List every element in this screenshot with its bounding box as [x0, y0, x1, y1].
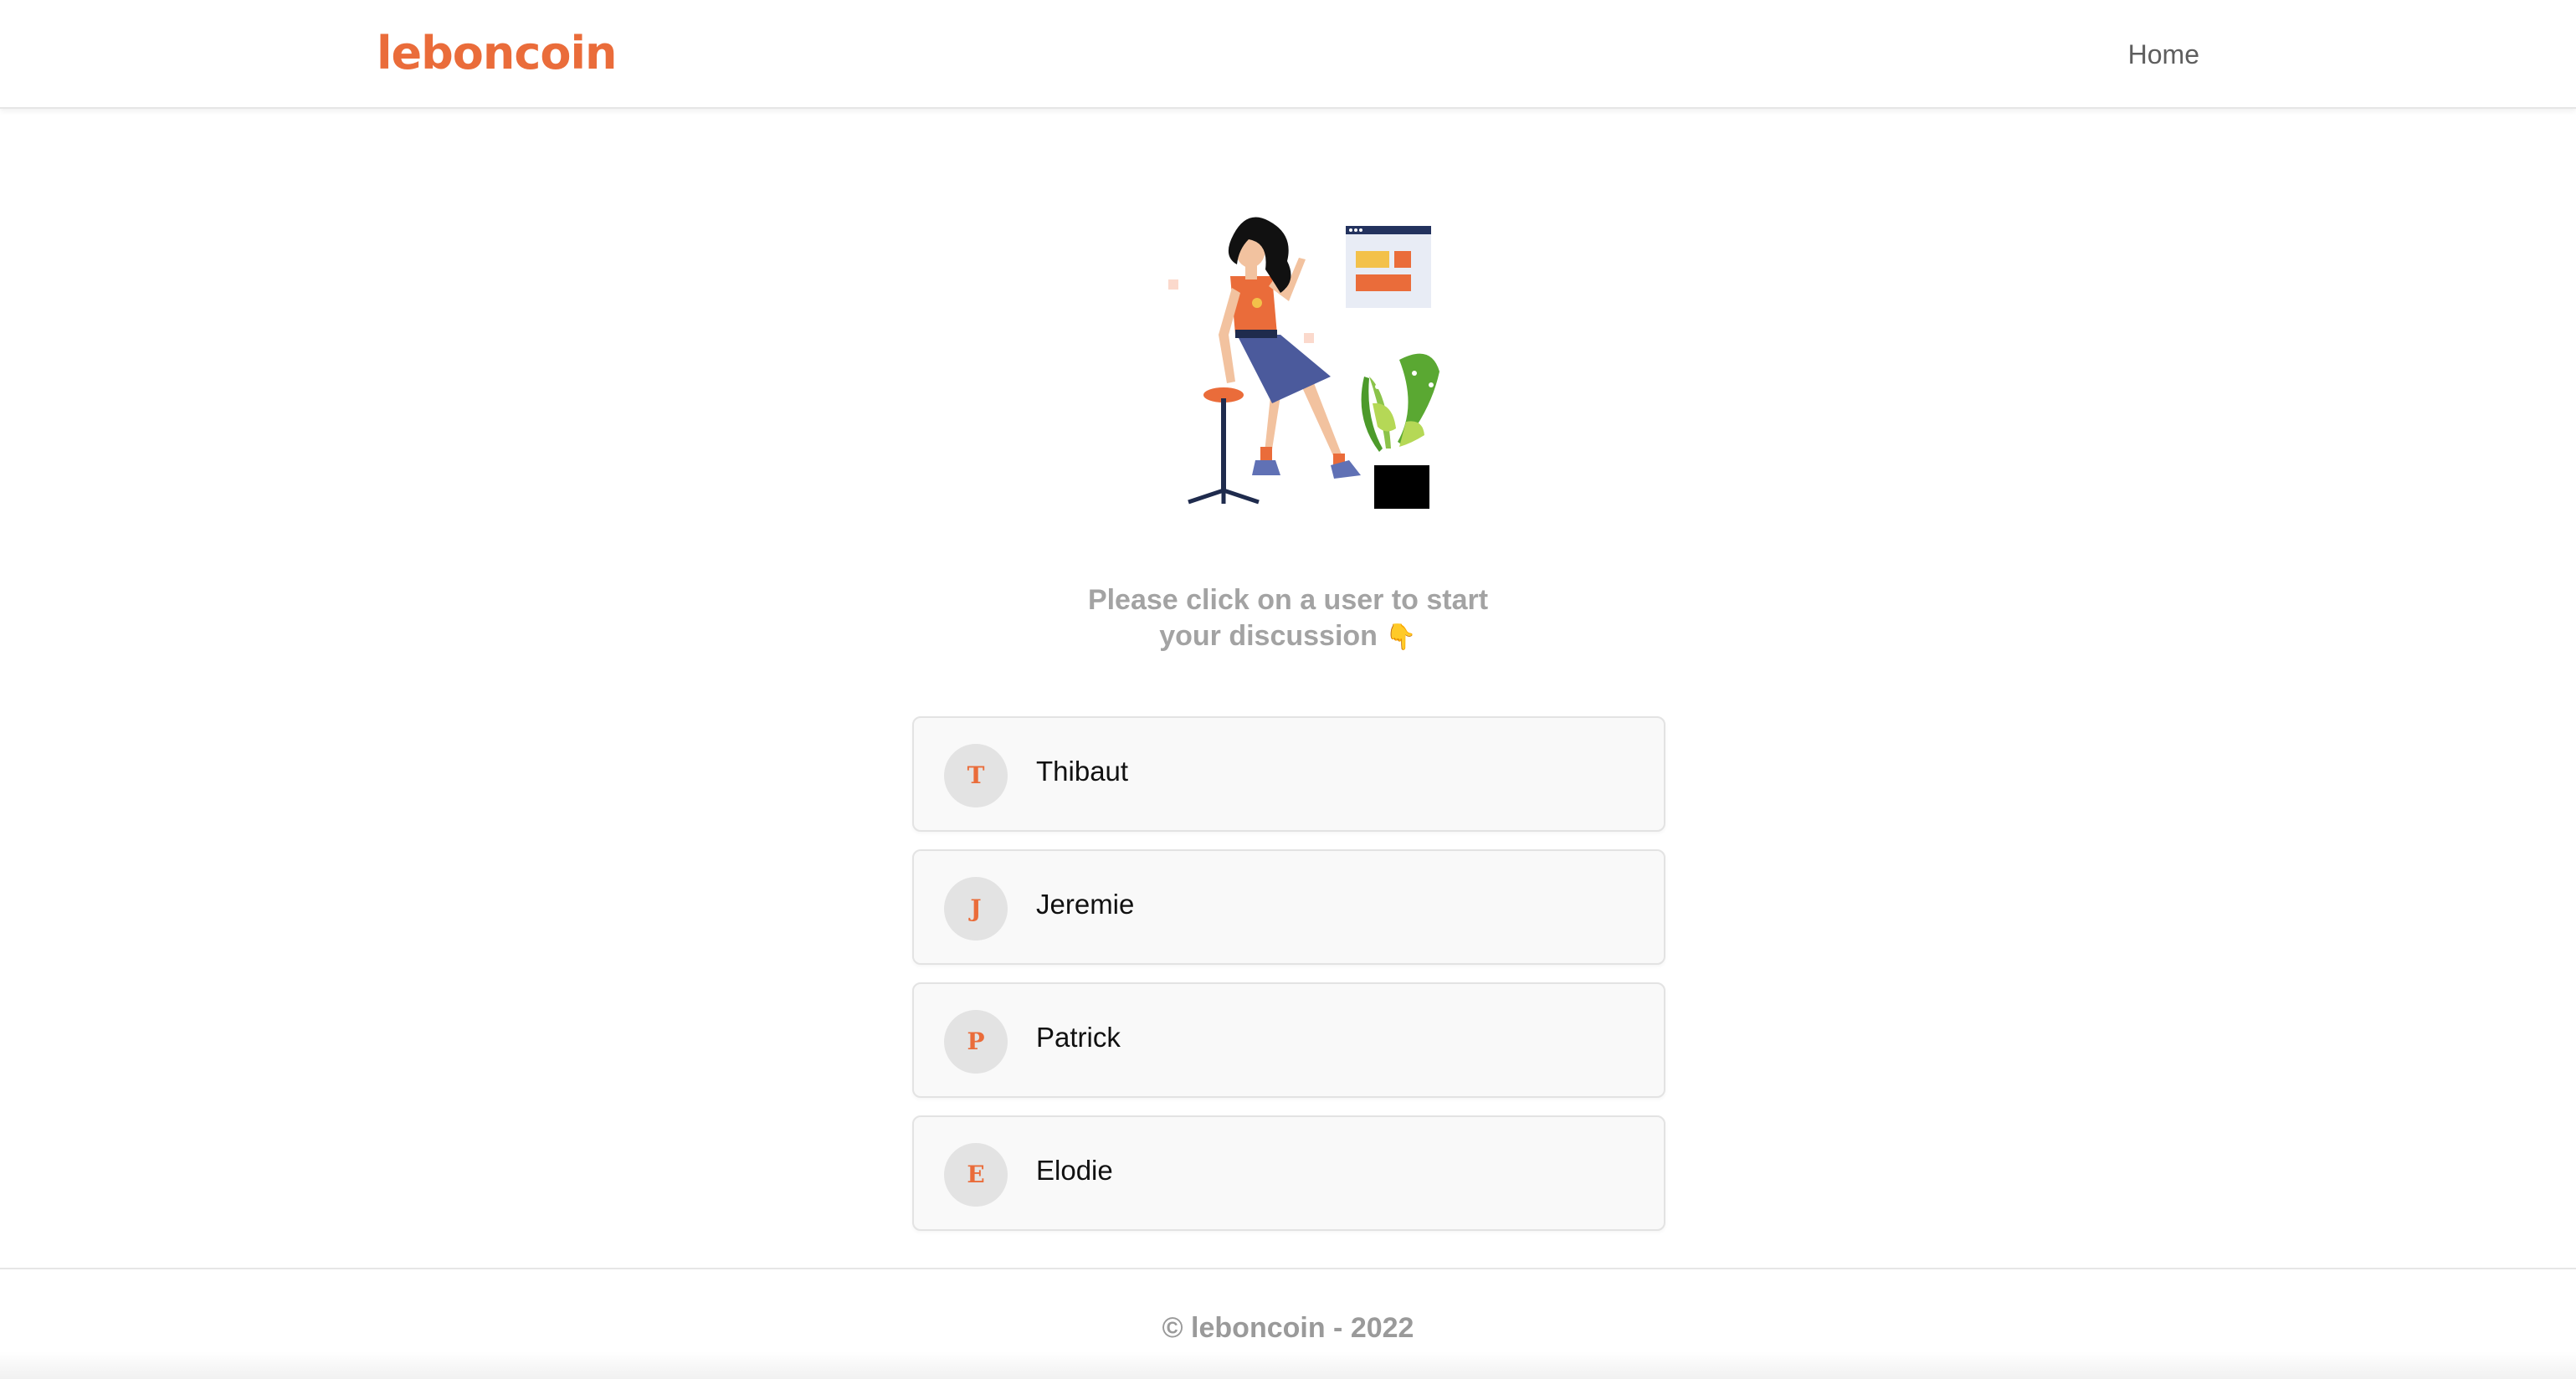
avatar: P — [944, 1010, 1008, 1074]
user-name: Elodie — [1036, 1155, 1113, 1186]
page-footer: © leboncoin - 2022 — [0, 1268, 2576, 1379]
user-card-thibaut[interactable]: T Thibaut — [912, 716, 1665, 832]
select-user-prompt: Please click on a user to start your dis… — [1037, 582, 1539, 655]
prompt-line-2-text: your discussion — [1159, 620, 1378, 652]
pointing-down-icon: 👇 — [1385, 623, 1417, 651]
top-navbar: leboncoin Home — [0, 0, 2576, 109]
user-list: T Thibaut J Jeremie P Patrick E Elodie — [912, 716, 1665, 1248]
user-card-elodie[interactable]: E Elodie — [912, 1115, 1665, 1231]
user-card-jeremie[interactable]: J Jeremie — [912, 849, 1665, 965]
leboncoin-logo[interactable]: leboncoin — [377, 23, 617, 84]
prompt-line-1: Please click on a user to start — [1087, 584, 1489, 616]
user-name: Jeremie — [1036, 889, 1135, 920]
prompt-line-2: your discussion 👇 — [1037, 618, 1539, 655]
nav-home-link[interactable]: Home — [2128, 33, 2199, 75]
copyright-text: © leboncoin - 2022 — [1162, 1312, 1414, 1344]
avatar: J — [944, 877, 1008, 941]
avatar: T — [944, 744, 1008, 807]
user-name: Thibaut — [1036, 756, 1129, 787]
user-card-patrick[interactable]: P Patrick — [912, 982, 1665, 1098]
woman-on-stool-illustration — [1155, 209, 1473, 519]
user-name: Patrick — [1036, 1022, 1121, 1053]
avatar: E — [944, 1143, 1008, 1207]
